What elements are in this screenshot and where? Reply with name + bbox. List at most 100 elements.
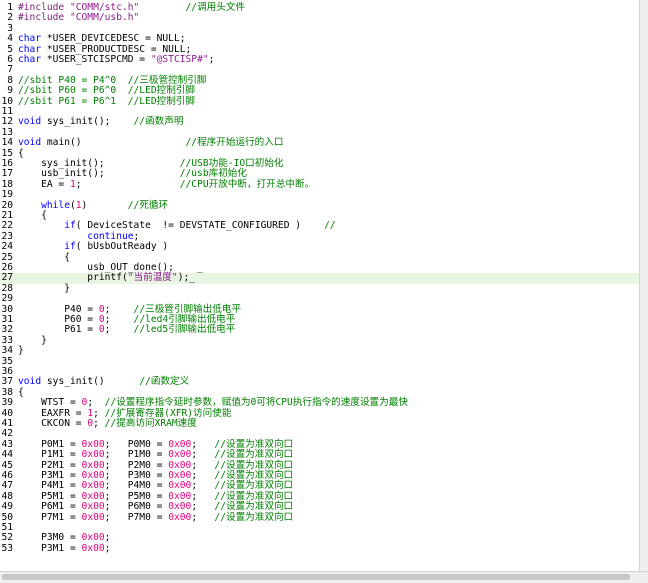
code-line[interactable]: 27 printf("当前温度");_ — [0, 272, 640, 284]
code-token: //CPU开放中断，打开总中断。 — [179, 178, 315, 190]
code-line[interactable]: 6 char *USER_STCISPCMD = "@STCISP#"; — [0, 54, 640, 65]
code-token: ; P4M0 = — [104, 480, 169, 492]
code-token: *USER_STCISPCMD = — [46, 54, 151, 65]
code-line[interactable]: 14 void main() //程序开始运行的入口 — [0, 137, 640, 149]
code-token: ) — [81, 199, 128, 211]
code-token: ; — [75, 178, 180, 190]
code-token: printf( — [18, 272, 128, 284]
code-text[interactable]: char *USER_STCISPCMD = "@STCISP#"; — [18, 54, 215, 65]
code-line[interactable]: 37 void sys_init() //函数定义 — [0, 376, 640, 387]
code-token: } — [18, 345, 24, 357]
code-line[interactable]: 41 CKCON = 0; //提高访问XRAM速度 — [0, 418, 640, 429]
code-token: 0x00 — [81, 459, 105, 471]
code-line[interactable]: 2 #include "COMM/usb.h" — [0, 12, 640, 23]
code-token: //设置为准双向口 — [214, 449, 294, 461]
code-token: 0x00 — [81, 501, 105, 513]
code-token: P3M0 = — [18, 532, 82, 544]
code-line[interactable]: 20 while(1) //死循环 — [0, 199, 640, 211]
code-token: P7M1 = — [18, 511, 82, 523]
code-token: { — [18, 251, 70, 263]
code-token: "当前温度" — [127, 272, 178, 284]
code-token: ( DeviceState != DEVSTATE_CONFIGURED ) — [75, 220, 325, 232]
code-token: ; — [191, 511, 215, 523]
code-token: //扩展寄存器(XFR)访问使能 — [104, 407, 232, 419]
code-token: ; — [191, 459, 215, 471]
code-token: ; — [191, 449, 215, 461]
code-line[interactable]: 10//sbit P61 = P6^1 //LED控制引脚 — [0, 95, 640, 107]
code-token: //sbit P61 = P6^1 //LED控制引脚 — [18, 95, 195, 107]
code-token: ; P6M0 = — [104, 501, 169, 513]
code-token: ; — [93, 407, 105, 419]
code-token: } — [18, 334, 47, 346]
code-token: P3M1 = — [18, 542, 82, 554]
code-line[interactable]: 34} — [0, 345, 640, 357]
code-token: { — [18, 210, 47, 221]
vertical-scrollbar[interactable] — [639, 0, 648, 572]
code-text[interactable]: EA = 1; //CPU开放中断，打开总中断。 — [18, 178, 315, 190]
code-token: "@STCISP#" — [150, 54, 209, 65]
code-text[interactable]: //sbit P61 = P6^1 //LED控制引脚 — [18, 95, 195, 107]
code-token: ; — [104, 303, 134, 315]
code-token: CKCON = — [18, 418, 88, 429]
code-token: 0x00 — [168, 449, 192, 461]
code-token: ; P7M0 = — [104, 511, 169, 523]
code-token: //设置程序指令延时参数，赋值为0可将CPU执行指令的速度设置为最快 — [104, 397, 408, 409]
code-line[interactable]: 53 P3M1 = 0x00; — [0, 542, 640, 554]
code-token: ; — [133, 230, 140, 242]
code-token: //函数声明 — [133, 116, 184, 128]
code-line[interactable]: 12 void sys_init(); //函数声明 — [0, 116, 640, 127]
code-text[interactable]: void main() //程序开始运行的入口 — [18, 137, 283, 149]
code-token: *USER_PRODUCTDESC = NULL; — [46, 43, 192, 55]
code-token: 0x00 — [168, 511, 192, 523]
code-token: P2M1 = — [18, 459, 82, 471]
code-editor[interactable]: 1 #include "COMM/stc.h" //调用头文件 2 #include … — [0, 0, 640, 572]
code-token: "COMM/stc.h" — [69, 2, 140, 13]
code-token: // — [324, 220, 336, 232]
code-text[interactable]: } — [18, 345, 24, 357]
code-token: //sbit P60 = P6^0 //LED控制引脚 — [18, 85, 195, 97]
code-token: //设置为准双向口 — [214, 459, 294, 471]
code-token: sys_init() — [46, 376, 140, 388]
code-line[interactable]: 33 } — [0, 334, 640, 346]
code-token: ; — [93, 418, 105, 429]
code-token: EA = — [18, 178, 70, 190]
code-token: { — [18, 147, 24, 159]
code-token: ; — [104, 324, 134, 336]
code-token: *USER_DEVICEDESC = NULL; — [46, 33, 186, 45]
code-token: void — [18, 376, 47, 388]
code-token: ; — [87, 397, 105, 409]
code-text[interactable]: P3M1 = 0x00; — [18, 542, 110, 554]
code-text[interactable]: void sys_init(); //函数声明 — [18, 117, 183, 127]
code-text[interactable]: P7M1 = 0x00; P7M0 = 0x00; //设置为准双向口 — [18, 511, 294, 523]
line-number: 53 — [1, 542, 13, 554]
code-text[interactable]: } — [18, 283, 70, 294]
code-token: ; — [104, 532, 111, 544]
code-token: ; — [208, 54, 215, 65]
code-token: //提高访问XRAM速度 — [104, 418, 197, 429]
code-token: //设置为准双向口 — [214, 511, 294, 523]
code-line[interactable]: 18 EA = 1; //CPU开放中断，打开总中断。 — [0, 178, 640, 190]
code-token: 0x00 — [81, 542, 105, 554]
code-token: //函数定义 — [139, 376, 190, 388]
horizontal-scrollbar-thumb[interactable] — [2, 574, 630, 580]
code-token: //设置为准双向口 — [214, 501, 294, 513]
code-token: P61 = — [18, 324, 99, 336]
code-line[interactable]: 35 — [0, 356, 640, 367]
code-line[interactable]: 32 P61 = 0; //led5引脚输出低电平 — [0, 324, 640, 335]
code-text[interactable]: void sys_init() //函数定义 — [18, 377, 189, 387]
code-token: P6M1 = — [18, 501, 82, 513]
horizontal-scrollbar[interactable] — [0, 571, 648, 583]
code-line[interactable]: 50 P7M1 = 0x00; P7M0 = 0x00; //设置为准双向口 — [0, 511, 640, 523]
code-line[interactable]: 28 } — [0, 283, 640, 294]
code-token: EAXFR = — [18, 407, 88, 419]
code-text[interactable]: P61 = 0; //led5引脚输出低电平 — [18, 325, 235, 335]
code-text[interactable]: CKCON = 0; //提高访问XRAM速度 — [18, 418, 197, 429]
code-token: 0x00 — [168, 459, 192, 471]
code-text[interactable]: #include "COMM/usb.h" — [18, 13, 139, 23]
code-token: void — [18, 137, 47, 149]
code-line[interactable]: 24 if( bUsbOutReady ) — [0, 241, 640, 252]
code-token: //usb库初始化 — [179, 168, 247, 180]
code-token: sys_init(); — [46, 116, 134, 128]
code-token: ; P1M0 = — [104, 449, 169, 461]
code-token: //死循环 — [127, 199, 169, 211]
